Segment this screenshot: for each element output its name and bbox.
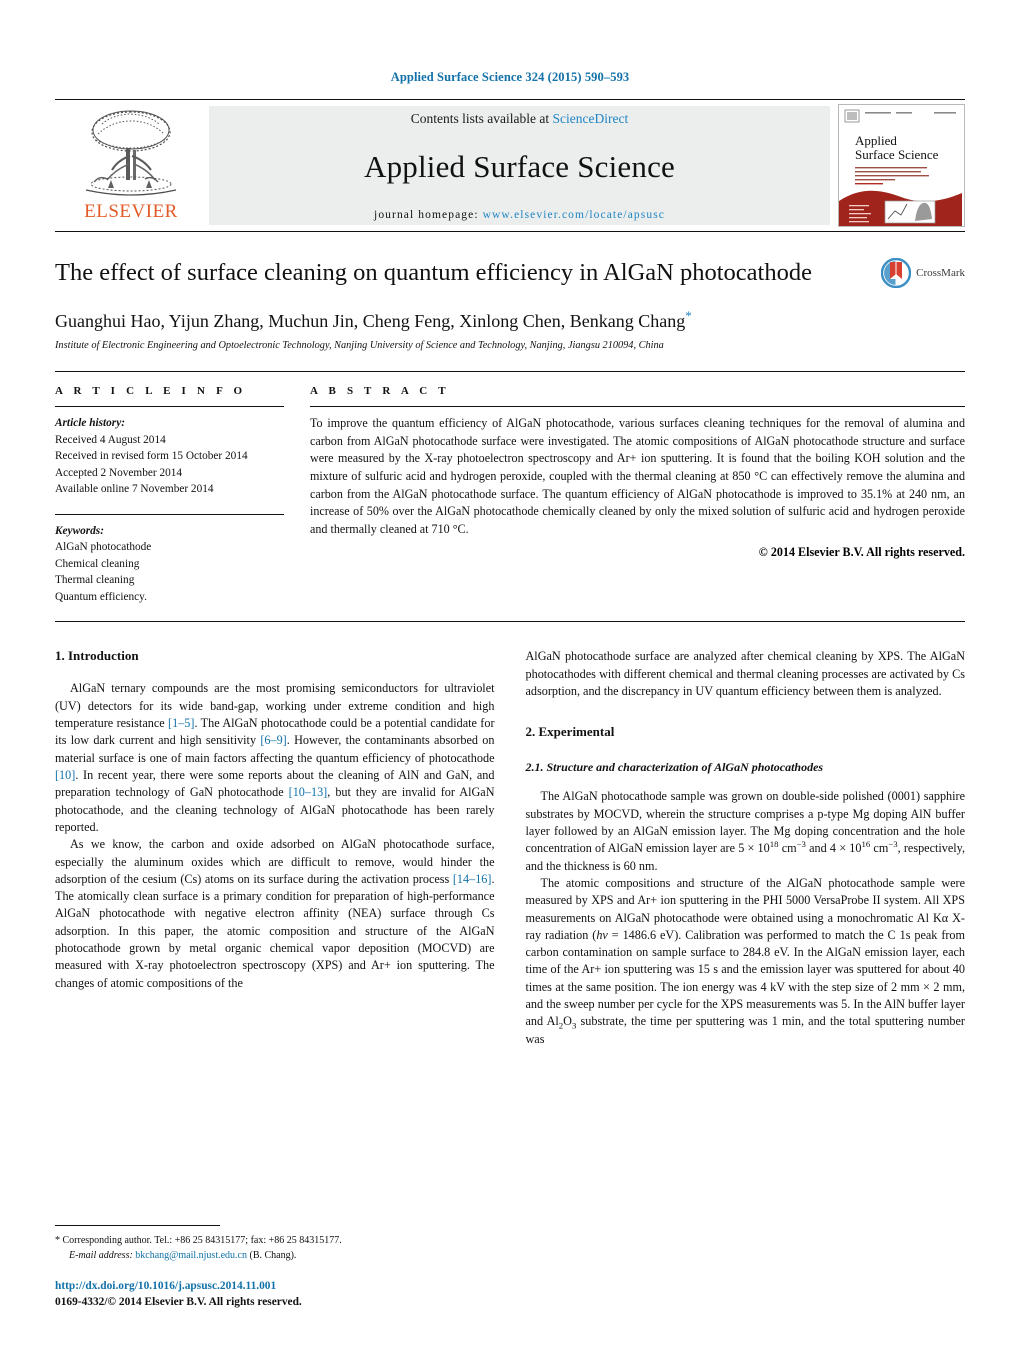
- keywords-rule: [55, 513, 284, 515]
- journal-masthead: ELSEVIER Contents lists available at Sci…: [55, 99, 965, 232]
- text-run: cm: [870, 841, 889, 856]
- footnote-rule: [55, 1225, 220, 1226]
- intro-paragraph-2: As we know, the carbon and oxide adsorbe…: [55, 836, 495, 992]
- citation-link[interactable]: [10–13]: [289, 785, 328, 799]
- title-block: The effect of surface cleaning on quantu…: [55, 258, 965, 351]
- heading-introduction: 1. Introduction: [55, 648, 139, 664]
- article-info-column: A R T I C L E I N F O Article history: R…: [55, 385, 310, 605]
- corresponding-author-footnote: * Corresponding author. Tel.: +86 25 843…: [55, 1225, 475, 1263]
- text-run: and 4 × 10: [805, 841, 862, 856]
- experimental-paragraph-1: The AlGaN photocathode sample was grown …: [526, 788, 966, 875]
- superscript: 18: [769, 839, 779, 850]
- history-item: Received in revised form 15 October 2014: [55, 450, 248, 463]
- body-right-column: AlGaN photocathode surface are analyzed …: [526, 648, 966, 1048]
- journal-banner: Contents lists available at ScienceDirec…: [209, 106, 830, 225]
- article-history: Article history: Received 4 August 2014 …: [55, 415, 284, 497]
- elsevier-tree-icon: [85, 110, 177, 196]
- crossmark-label: CrossMark: [916, 267, 965, 279]
- abstract-text: To improve the quantum efficiency of AlG…: [310, 416, 965, 536]
- text-run: cm: [778, 841, 797, 856]
- abstract-bottom-rule: [55, 621, 965, 623]
- elsevier-wordmark: ELSEVIER: [84, 201, 178, 222]
- homepage-url-link[interactable]: www.elsevier.com/locate/apsusc: [483, 209, 665, 221]
- keywords-label: Keywords:: [55, 524, 104, 537]
- heading-experimental: 2. Experimental: [525, 724, 615, 740]
- info-abstract-row: A R T I C L E I N F O Article history: R…: [55, 372, 965, 605]
- italic-run: hν: [596, 927, 608, 942]
- keyword-item: Quantum efficiency.: [55, 590, 147, 603]
- elsevier-logo: ELSEVIER: [55, 100, 207, 231]
- text-run: substrate, the time per sputtering was 1…: [525, 1014, 965, 1046]
- text-run: . The atomically clean surface is a prim…: [55, 871, 495, 990]
- superscript: −3: [888, 839, 898, 850]
- paper-page: Applied Surface Science 324 (2015) 590–5…: [0, 0, 1020, 1351]
- running-head: Applied Surface Science 324 (2015) 590–5…: [390, 70, 630, 84]
- body-columns: 1. Introduction AlGaN ternary compounds …: [55, 648, 965, 1048]
- keyword-item: Chemical cleaning: [55, 557, 140, 570]
- citation-link[interactable]: [10]: [55, 768, 75, 782]
- footnote-corresponding: * Corresponding author. Tel.: +86 25 843…: [55, 1235, 342, 1246]
- corresponding-author-marker: *: [685, 308, 692, 324]
- citation-link[interactable]: [6–9]: [260, 733, 286, 747]
- keywords-block: Keywords: AlGaN photocathode Chemical cl…: [55, 523, 284, 605]
- history-item: Received 4 August 2014: [55, 433, 166, 446]
- author-list: Guanghui Hao, Yijun Zhang, Muchun Jin, C…: [55, 308, 845, 332]
- abstract-copyright: © 2014 Elsevier B.V. All rights reserved…: [758, 545, 965, 560]
- intro-paragraph-1: AlGaN ternary compounds are the most pro…: [55, 680, 495, 836]
- doi-link[interactable]: http://dx.doi.org/10.1016/j.apsusc.2014.…: [55, 1278, 485, 1295]
- journal-cover-thumbnail: Applied Surface Science: [838, 104, 965, 227]
- abstract-heading: A B S T R A C T: [310, 385, 450, 398]
- citation-link[interactable]: [14–16]: [453, 872, 492, 886]
- history-item: Available online 7 November 2014: [55, 483, 214, 496]
- experimental-paragraph-2: The atomic compositions and structure of…: [526, 875, 966, 1048]
- page-title: The effect of surface cleaning on quantu…: [55, 259, 812, 286]
- keyword-item: Thermal cleaning: [55, 574, 135, 587]
- journal-title: Applied Surface Science: [363, 148, 676, 184]
- body-left-column: 1. Introduction AlGaN ternary compounds …: [55, 648, 495, 1048]
- keyword-item: AlGaN photocathode: [55, 541, 152, 554]
- intro-continuation-paragraph: AlGaN photocathode surface are analyzed …: [525, 649, 966, 698]
- history-label: Article history:: [55, 417, 125, 430]
- abstract-column: A B S T R A C T To improve the quantum e…: [310, 385, 965, 605]
- superscript: −3: [796, 839, 806, 850]
- email-suffix: (B. Chang).: [246, 1250, 297, 1261]
- footnote-email-line: E-mail address: bkchang@mail.njust.edu.c…: [55, 1248, 475, 1263]
- homepage-prefix: journal homepage:: [374, 208, 479, 221]
- doi-block: http://dx.doi.org/10.1016/j.apsusc.2014.…: [55, 1278, 485, 1311]
- contents-available-line: Contents lists available at ScienceDirec…: [411, 111, 628, 127]
- cover-artwork: Applied Surface Science: [839, 105, 962, 226]
- journal-homepage-line: journal homepage: www.elsevier.com/locat…: [374, 209, 665, 221]
- text-run: O: [563, 1014, 572, 1029]
- sciencedirect-link[interactable]: ScienceDirect: [553, 111, 629, 126]
- email-label: E-mail address:: [69, 1250, 133, 1261]
- heading-structure-characterization: 2.1. Structure and characterization of A…: [525, 760, 824, 775]
- abstract-rule: [310, 406, 965, 408]
- history-item: Accepted 2 November 2014: [55, 466, 183, 479]
- svg-text:Applied: Applied: [855, 133, 897, 148]
- author-names: Guanghui Hao, Yijun Zhang, Muchun Jin, C…: [55, 311, 686, 332]
- crossmark-badge[interactable]: CrossMark: [881, 258, 965, 288]
- affiliation: Institute of Electronic Engineering and …: [55, 340, 664, 352]
- article-info-heading: A R T I C L E I N F O: [55, 385, 247, 398]
- superscript: 16: [861, 839, 871, 850]
- contents-prefix: Contents lists available at: [410, 110, 553, 126]
- svg-text:Surface Science: Surface Science: [855, 147, 939, 162]
- citation-link[interactable]: [1–5]: [168, 716, 194, 730]
- email-link[interactable]: bkchang@mail.njust.edu.cn: [135, 1250, 247, 1261]
- text-run: As we know, the carbon and oxide adsorbe…: [55, 837, 495, 886]
- crossmark-icon: [881, 258, 912, 288]
- article-info-rule: [55, 406, 284, 408]
- issn-copyright-line: 0169-4332/© 2014 Elsevier B.V. All right…: [55, 1296, 302, 1309]
